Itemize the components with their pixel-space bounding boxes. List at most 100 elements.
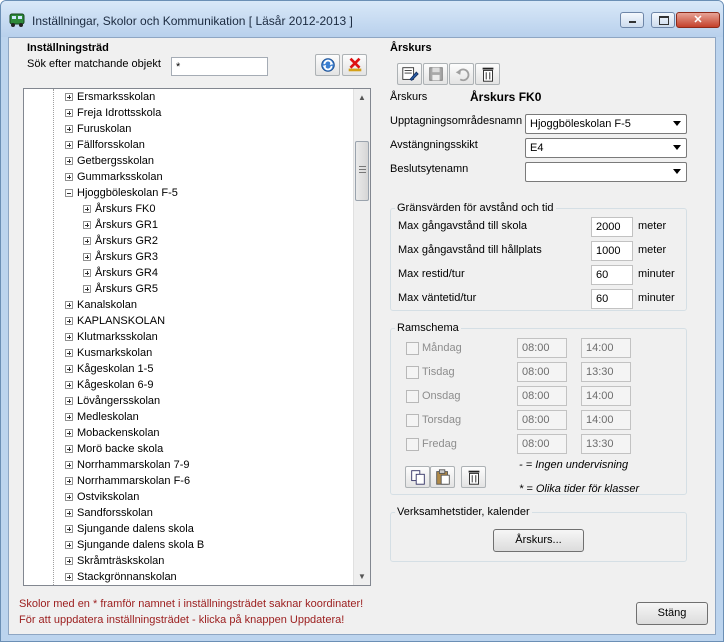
tree-node-label: Kusmarkskolan	[77, 347, 153, 359]
limit-value-input[interactable]: 1000	[591, 241, 633, 261]
limit-value-input[interactable]: 2000	[591, 217, 633, 237]
tree-node-label: Fällforsskolan	[77, 139, 145, 151]
chevron-down-icon	[673, 145, 681, 150]
day-checkbox[interactable]	[406, 438, 419, 451]
expand-plus-icon[interactable]	[65, 173, 73, 181]
scroll-thumb[interactable]	[355, 141, 369, 201]
expand-plus-icon[interactable]	[65, 445, 73, 453]
expand-plus-icon[interactable]	[65, 93, 73, 101]
trash-icon	[482, 67, 494, 82]
close-window-button[interactable]: ✕	[676, 12, 720, 28]
close-button[interactable]: Stäng	[636, 602, 708, 625]
end-time-input[interactable]: 14:00	[581, 386, 631, 406]
upptag-select[interactable]: Hjoggböleskolan F-5	[525, 114, 687, 134]
collapse-minus-icon[interactable]	[65, 189, 73, 197]
tree-node-label: Lövångersskolan	[77, 395, 161, 407]
expand-plus-icon[interactable]	[83, 253, 91, 261]
tree-node-label: Årskurs FK0	[95, 203, 156, 215]
arskurs-label: Årskurs	[390, 91, 428, 103]
minimize-button[interactable]	[620, 12, 644, 28]
refresh-tree-button[interactable]	[315, 54, 340, 76]
start-time-input[interactable]: 08:00	[517, 434, 567, 454]
arskurs-value: Årskurs FK0	[470, 90, 542, 104]
end-time-input[interactable]: 14:00	[581, 410, 631, 430]
search-input[interactable]	[171, 57, 268, 76]
expand-plus-icon[interactable]	[65, 381, 73, 389]
expand-plus-icon[interactable]	[65, 509, 73, 517]
expand-plus-icon[interactable]	[65, 317, 73, 325]
end-time-input[interactable]: 14:00	[581, 338, 631, 358]
expand-plus-icon[interactable]	[83, 221, 91, 229]
day-checkbox[interactable]	[406, 366, 419, 379]
day-checkbox[interactable]	[406, 414, 419, 427]
tree-node-label: Getbergsskolan	[77, 155, 155, 167]
start-time-input[interactable]: 08:00	[517, 410, 567, 430]
title-bar[interactable]: Inställningar, Skolor och Kommunikation …	[1, 1, 723, 37]
bus-app-icon	[9, 13, 25, 27]
limit-unit: minuter	[638, 292, 675, 304]
arskurs-calendar-button[interactable]: Årskurs...	[493, 529, 584, 552]
clear-schedule-button[interactable]	[461, 466, 486, 488]
tree-node-label: Sjungande dalens skola B	[77, 539, 205, 551]
start-time-input[interactable]: 08:00	[517, 338, 567, 358]
expand-plus-icon[interactable]	[65, 109, 73, 117]
avst-select[interactable]: E4	[525, 138, 687, 158]
save-button[interactable]	[423, 63, 448, 85]
expand-plus-icon[interactable]	[65, 365, 73, 373]
undo-icon	[455, 68, 470, 82]
expand-plus-icon[interactable]	[65, 157, 73, 165]
tree-node-label: Årskurs GR1	[95, 219, 158, 231]
expand-plus-icon[interactable]	[65, 301, 73, 309]
start-time-input[interactable]: 08:00	[517, 386, 567, 406]
expand-plus-icon[interactable]	[65, 573, 73, 581]
start-time-input[interactable]: 08:00	[517, 362, 567, 382]
delete-button[interactable]	[475, 63, 500, 85]
limit-value-input[interactable]: 60	[591, 289, 633, 309]
day-checkbox[interactable]	[406, 390, 419, 403]
edit-button[interactable]	[397, 63, 422, 85]
tree-node-label: Årskurs GR5	[95, 283, 158, 295]
tree-node-label: Furuskolan	[77, 123, 132, 135]
expand-plus-icon[interactable]	[65, 333, 73, 341]
expand-plus-icon[interactable]	[65, 477, 73, 485]
expand-plus-icon[interactable]	[65, 525, 73, 533]
expand-plus-icon[interactable]	[65, 349, 73, 357]
expand-plus-icon[interactable]	[65, 429, 73, 437]
beslut-select[interactable]	[525, 162, 687, 182]
scroll-up-icon[interactable]: ▲	[354, 89, 370, 106]
delete-coordinates-button[interactable]	[342, 54, 367, 76]
save-disk-icon	[429, 67, 443, 81]
day-label: Torsdag	[422, 414, 462, 426]
end-time-input[interactable]: 13:30	[581, 434, 631, 454]
tree-node-label: Ostvikskolan	[77, 491, 140, 503]
paste-button[interactable]	[430, 466, 455, 488]
tree-node-label: Medleskolan	[77, 411, 139, 423]
copy-button[interactable]	[405, 466, 430, 488]
undo-button[interactable]	[449, 63, 474, 85]
expand-plus-icon[interactable]	[65, 541, 73, 549]
upptag-label: Upptagningsområdesnamn	[390, 115, 523, 127]
avst-select-value: E4	[530, 142, 544, 154]
tree-node-label: Årskurs GR2	[95, 235, 158, 247]
expand-plus-icon[interactable]	[83, 205, 91, 213]
expand-plus-icon[interactable]	[83, 285, 91, 293]
end-time-input[interactable]: 13:30	[581, 362, 631, 382]
expand-plus-icon[interactable]	[65, 461, 73, 469]
edit-icon	[402, 67, 419, 81]
expand-plus-icon[interactable]	[65, 493, 73, 501]
expand-plus-icon[interactable]	[65, 397, 73, 405]
expand-plus-icon[interactable]	[65, 413, 73, 421]
scroll-down-icon[interactable]: ▼	[354, 568, 370, 585]
maximize-button[interactable]	[651, 12, 675, 28]
tree-scrollbar[interactable]: ▲ ▼	[353, 89, 370, 585]
limit-value-input[interactable]: 60	[591, 265, 633, 285]
expand-plus-icon[interactable]	[83, 269, 91, 277]
settings-tree[interactable]: Ersmarksskolan Freja Idrottsskola Furuskol…	[23, 88, 371, 586]
expand-plus-icon[interactable]	[65, 557, 73, 565]
expand-plus-icon[interactable]	[83, 237, 91, 245]
limit-label: Max restid/tur	[398, 268, 465, 280]
day-checkbox[interactable]	[406, 342, 419, 355]
expand-plus-icon[interactable]	[65, 125, 73, 133]
expand-plus-icon[interactable]	[65, 141, 73, 149]
day-label: Fredag	[422, 438, 457, 450]
